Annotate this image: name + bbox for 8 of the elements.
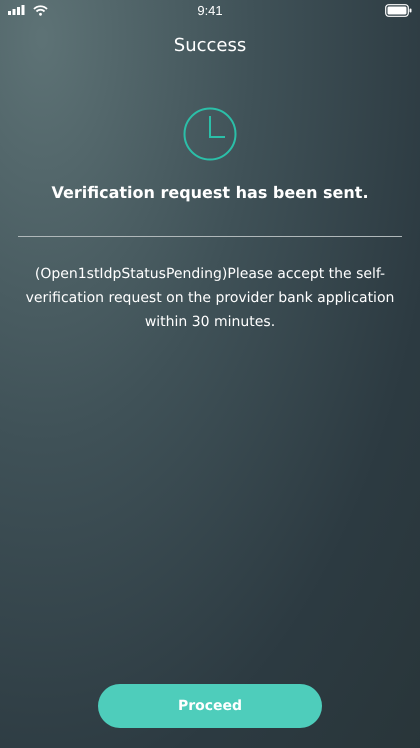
proceed-button[interactable]: Proceed — [98, 684, 322, 728]
message-text: (Open1stIdpStatusPending)Please accept the self-verification request on the provider bank application within 30 minutes. — [24, 265, 396, 332]
message-heading: Verification request has been sent. — [51, 183, 369, 202]
status-time: 9:41 — [197, 2, 223, 18]
screen-title: Success — [174, 35, 246, 56]
battery-icon — [385, 4, 412, 16]
wifi-icon — [33, 4, 48, 16]
clock-icon — [183, 107, 237, 161]
